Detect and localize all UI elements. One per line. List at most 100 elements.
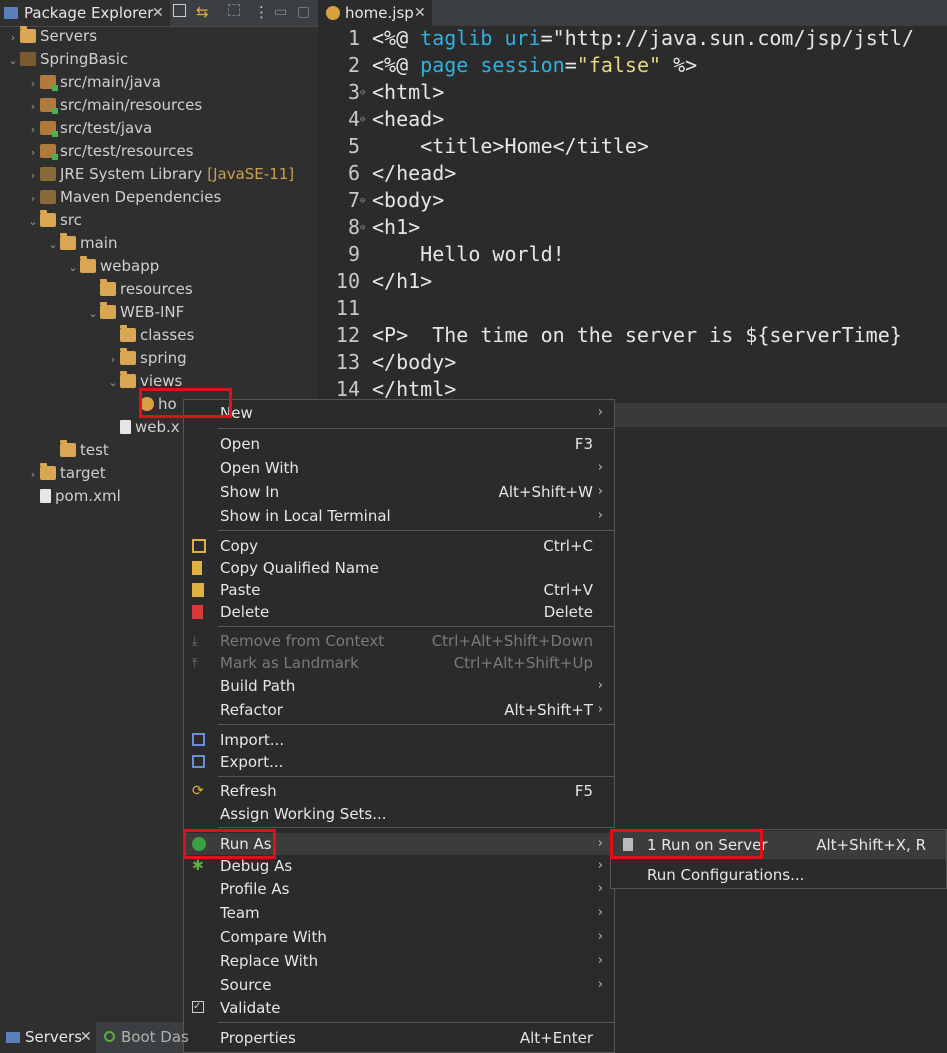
menu-item-copy[interactable]: Copy Ctrl+C [184,535,614,557]
tree-item[interactable]: ⌄ main [46,232,117,255]
chevron-right-icon[interactable]: › [26,72,40,95]
folder-icon [20,29,36,43]
menu-item-profile-as[interactable]: Profile As › [184,878,614,900]
code-line[interactable]: 13 </body> [320,349,456,376]
chevron-down-icon[interactable]: ⌄ [106,371,120,394]
package-explorer-icon [4,7,18,19]
tree-item[interactable]: › src/test/resources [26,140,194,163]
code-line[interactable]: 8⊖ <h1> [320,214,420,241]
chevron-right-icon[interactable]: › [6,26,20,49]
menu-item-show-in[interactable]: Show In Alt+Shift+W › [184,481,614,503]
chevron-right-icon[interactable]: › [26,141,40,164]
code-text: <%@ page session="false" %> [372,53,698,77]
menu-item-import[interactable]: Import... [184,729,614,751]
folder-icon [80,259,96,273]
tree-item[interactable]: web.x [106,416,180,439]
menu-item-new[interactable]: New › [184,402,614,424]
menu-item-assign-working-sets[interactable]: Assign Working Sets... [184,803,614,825]
menu-item-export[interactable]: Export... [184,751,614,773]
tree-item[interactable]: › JRE System Library [JavaSE-11] [26,163,294,186]
library-icon [40,190,56,204]
chevron-down-icon[interactable]: ⌄ [86,302,100,325]
tree-item[interactable]: pom.xml [26,485,121,508]
code-line[interactable]: 4⊖ <head> [320,106,444,133]
tree-item[interactable]: ⌄ WEB-INF [86,301,184,324]
code-line[interactable]: 10 </h1> [320,268,432,295]
code-text: </html> [372,377,457,401]
collapse-all-icon[interactable] [173,4,186,17]
menu-item-refactor[interactable]: Refactor Alt+Shift+T › [184,699,614,721]
chevron-right-icon[interactable]: › [26,164,40,187]
tree-item[interactable]: ⌄ webapp [66,255,159,278]
chevron-down-icon[interactable]: ⌄ [6,49,20,72]
code-line[interactable]: 11 [320,295,372,322]
chevron-right-icon[interactable]: › [26,463,40,486]
highlight-box-file [139,388,232,418]
code-line[interactable]: 6 </head> [320,160,456,187]
menu-item-source[interactable]: Source › [184,974,614,996]
tab-servers[interactable]: Servers ✕ [0,1022,96,1053]
menu-item-open-with[interactable]: Open With › [184,457,614,479]
tab-home-jsp[interactable]: home.jsp ✕ [320,0,432,26]
menu-item-validate[interactable]: ✓ Validate [184,997,614,1019]
menu-label: Validate [220,999,281,1017]
tree-item[interactable]: › src/main/resources [26,94,202,117]
chevron-right-icon[interactable]: › [26,118,40,141]
chevron-down-icon[interactable]: ⌄ [46,233,60,256]
code-line[interactable]: 12 <P> The time on the server is ${server… [320,322,902,349]
menu-label: Copy [220,537,259,555]
close-icon[interactable]: ✕ [414,0,426,26]
view-menu-icon[interactable]: ⋮ [254,0,269,24]
fold-toggle-icon[interactable]: ⊖ [360,107,372,134]
code-line[interactable]: 9 Hello world! [320,241,565,268]
tree-item[interactable]: classes [106,324,194,347]
menu-item-team[interactable]: Team › [184,902,614,924]
tree-item[interactable]: resources [86,278,193,301]
menu-item-properties[interactable]: Properties Alt+Enter [184,1027,614,1049]
menu-item-replace-with[interactable]: Replace With › [184,950,614,972]
menu-item-copy-qualified-name[interactable]: Copy Qualified Name [184,557,614,579]
menu-item-paste[interactable]: Paste Ctrl+V [184,579,614,601]
line-number: 12 [335,323,360,347]
tree-item[interactable]: › target [26,462,106,485]
chevron-right-icon[interactable]: › [106,348,120,371]
menu-item-build-path[interactable]: Build Path › [184,675,614,697]
minimize-icon[interactable]: ▭ [274,0,287,24]
code-line[interactable]: 7⊖ <body> [320,187,444,214]
close-icon[interactable]: ✕ [80,1024,92,1050]
chevron-right-icon: › [597,881,603,896]
chevron-right-icon[interactable]: › [26,95,40,118]
tree-item[interactable]: › src/test/java [26,117,152,140]
tree-item[interactable]: ⌄ SpringBasic [6,48,128,71]
tree-item[interactable]: test [46,439,109,462]
menu-item-refresh[interactable]: ⟳ Refresh F5 [184,780,614,802]
close-icon[interactable]: ✕ [152,0,164,26]
menu-item-delete[interactable]: Delete Delete [184,601,614,623]
chevron-down-icon[interactable]: ⌄ [26,210,40,233]
maximize-icon[interactable]: ▢ [297,0,310,24]
tree-item[interactable]: › Maven Dependencies [26,186,221,209]
tab-boot-dashboard[interactable]: Boot Das [98,1022,189,1053]
fold-toggle-icon[interactable]: ⊖ [360,80,372,107]
chevron-down-icon[interactable]: ⌄ [66,256,80,279]
code-line[interactable]: 1 <%@ taglib uri="http://java.sun.com/jsp… [320,25,914,52]
tree-item[interactable]: › spring [106,347,187,370]
library-icon [40,167,56,181]
package-explorer-tab[interactable]: Package Explorer ✕ [0,0,170,26]
code-line[interactable]: 2 <%@ page session="false" %> [320,52,697,79]
code-line[interactable]: 5 <title>Home</title> [320,133,649,160]
tree-item[interactable]: ⌄ src [26,209,82,232]
tree-item[interactable]: › Servers [6,25,97,48]
menu-label: Run Configurations... [647,866,805,884]
link-with-editor-icon[interactable]: ⇆ [196,0,209,24]
fold-toggle-icon[interactable]: ⊖ [360,215,372,242]
tree-item[interactable]: › src/main/java [26,71,161,94]
focus-icon[interactable] [228,4,240,16]
menu-item-show-terminal[interactable]: Show in Local Terminal › [184,505,614,527]
fold-toggle-icon[interactable]: ⊖ [360,188,372,215]
menu-item-open[interactable]: Open F3 [184,433,614,455]
menu-item-run-configurations[interactable]: Run Configurations... [611,861,946,889]
chevron-right-icon[interactable]: › [26,187,40,210]
code-line[interactable]: 3⊖ <html> [320,79,444,106]
menu-item-compare-with[interactable]: Compare With › [184,926,614,948]
